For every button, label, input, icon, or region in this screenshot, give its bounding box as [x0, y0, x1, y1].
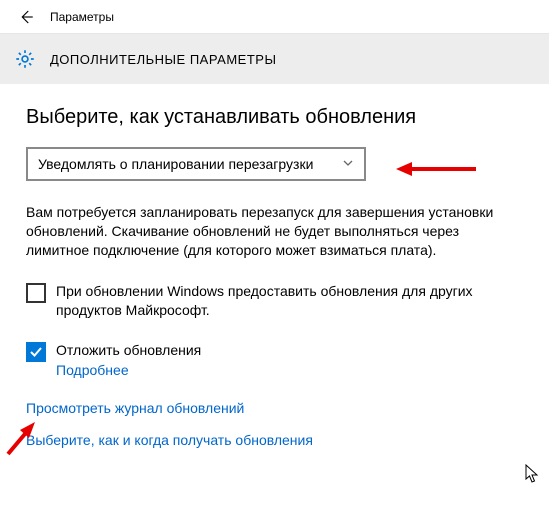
- defer-checkbox-row: Отложить обновления Подробнее: [26, 341, 523, 378]
- defer-learn-more-link[interactable]: Подробнее: [56, 362, 201, 378]
- install-mode-dropdown[interactable]: Уведомлять о планировании перезагрузки: [26, 147, 366, 181]
- dropdown-row: Уведомлять о планировании перезагрузки: [26, 147, 523, 181]
- section-heading: Выберите, как устанавливать обновления: [26, 106, 523, 129]
- ms-products-label: При обновлении Windows предоставить обно…: [56, 282, 516, 320]
- gear-icon: [14, 48, 36, 70]
- chevron-down-icon: [342, 157, 354, 172]
- dropdown-selected-label: Уведомлять о планировании перезагрузки: [38, 156, 313, 172]
- ms-products-checkbox[interactable]: [26, 283, 46, 303]
- defer-updates-checkbox[interactable]: [26, 342, 46, 362]
- update-history-link[interactable]: Просмотреть журнал обновлений: [26, 400, 523, 416]
- annotation-arrow-1: [396, 161, 476, 177]
- arrow-left-icon: [17, 8, 35, 26]
- window-title: Параметры: [50, 10, 114, 24]
- defer-updates-label: Отложить обновления: [56, 341, 201, 360]
- delivery-optimization-link[interactable]: Выберите, как и когда получать обновлени…: [26, 432, 523, 448]
- titlebar: Параметры: [0, 0, 549, 34]
- page-header: ДОПОЛНИТЕЛЬНЫЕ ПАРАМЕТРЫ: [0, 34, 549, 84]
- install-description: Вам потребуется запланировать перезапуск…: [26, 203, 516, 260]
- annotation-arrow-2: [2, 418, 42, 458]
- content-area: Выберите, как устанавливать обновления У…: [0, 84, 549, 484]
- ms-products-checkbox-row: При обновлении Windows предоставить обно…: [26, 282, 523, 320]
- back-button[interactable]: [8, 0, 44, 34]
- page-title: ДОПОЛНИТЕЛЬНЫЕ ПАРАМЕТРЫ: [50, 52, 276, 67]
